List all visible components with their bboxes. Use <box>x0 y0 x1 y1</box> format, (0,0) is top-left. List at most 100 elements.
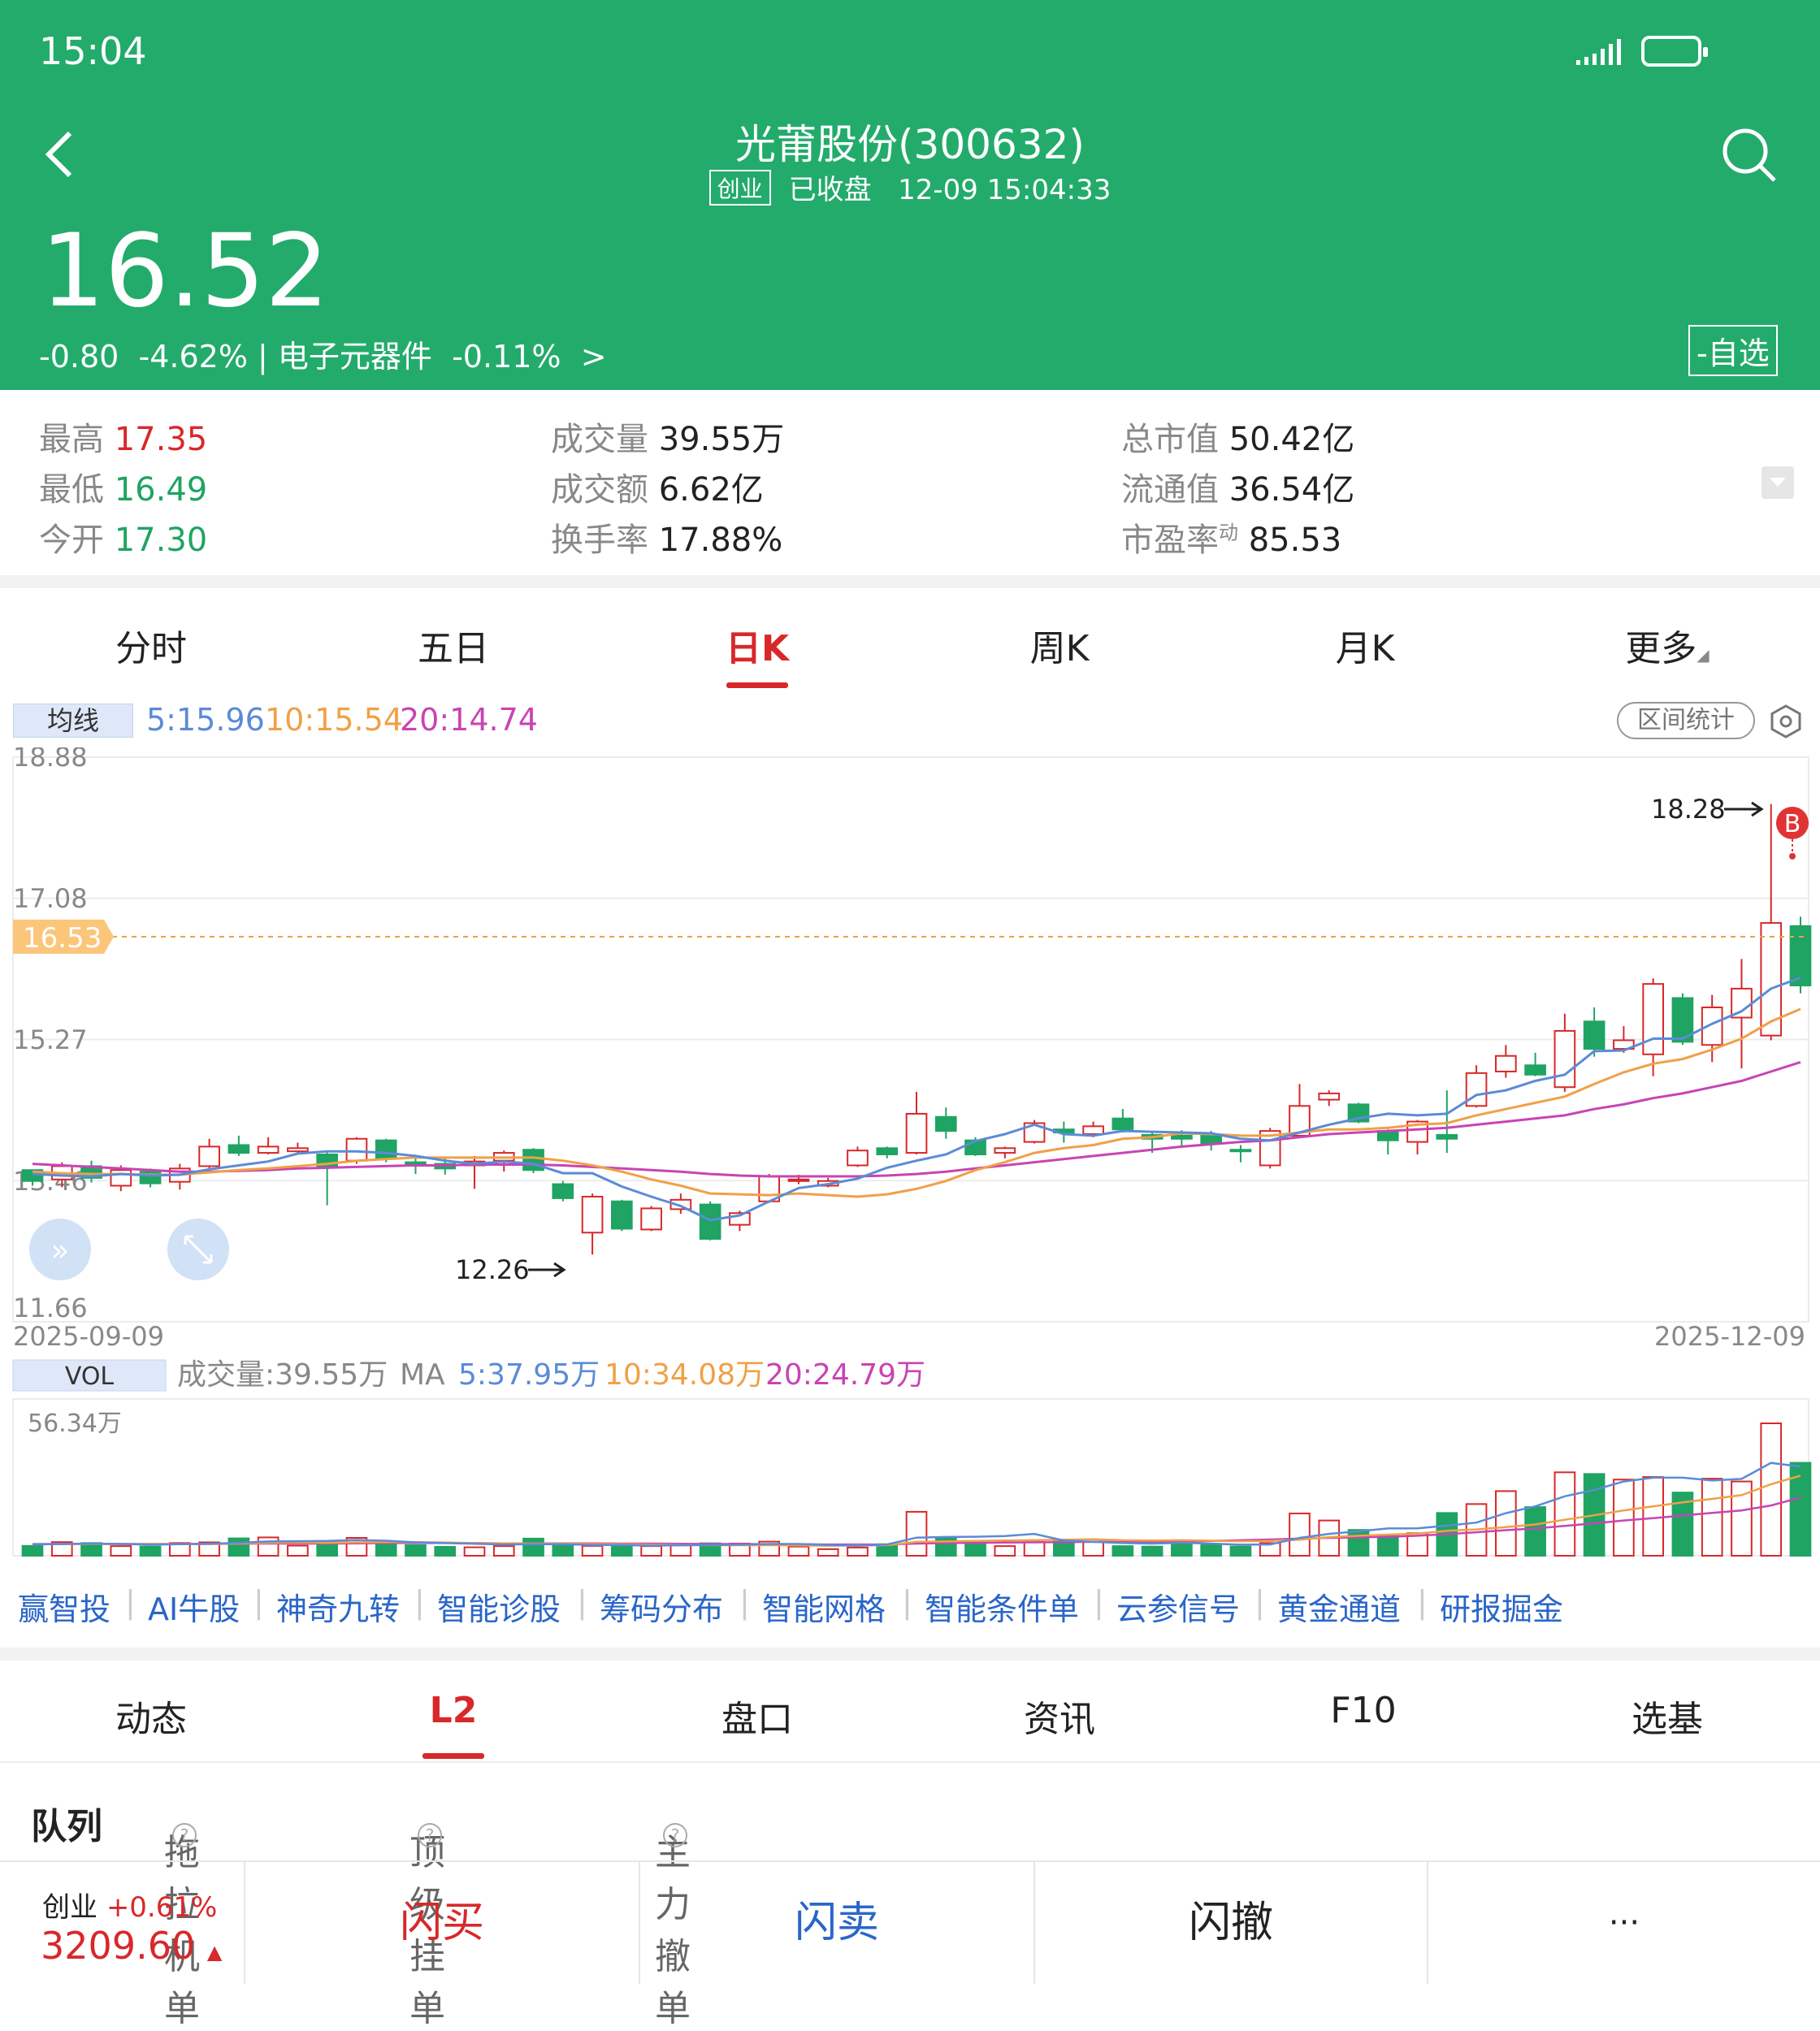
candle-body <box>1495 1054 1517 1072</box>
tool-link[interactable]: 研报掘金 <box>1440 1584 1563 1629</box>
buy-signal-dot <box>1789 853 1796 860</box>
volume-bar <box>1701 1478 1723 1557</box>
vol-ma-label: MA <box>400 1358 445 1392</box>
more-actions-button[interactable]: ··· <box>1427 1862 1820 1984</box>
start-date-label: 2025-09-09 <box>13 1321 164 1352</box>
candle-body <box>1789 925 1812 987</box>
candle-body <box>934 1115 957 1132</box>
y-tick-label: 11.66 <box>13 1293 88 1323</box>
candle-body <box>1200 1133 1222 1145</box>
price-change: -0.80 <box>39 339 119 375</box>
expand-stats-icon[interactable] <box>1762 466 1794 499</box>
candle-body <box>581 1195 604 1234</box>
ma10-value: 10:15.54 <box>265 702 403 738</box>
tool-link[interactable]: 赢智投 <box>18 1584 110 1629</box>
end-date-label: 2025-12-09 <box>1654 1321 1805 1352</box>
volume-bar <box>257 1536 280 1557</box>
signal-icon <box>1576 39 1621 65</box>
fullscreen-button[interactable] <box>167 1219 229 1280</box>
volume-bar <box>1171 1541 1193 1557</box>
candle-body <box>994 1147 1016 1154</box>
range-stats-button[interactable]: 区间统计 <box>1617 702 1755 739</box>
tab-more[interactable]: 更多◢ <box>1625 619 1709 671</box>
volume-bar <box>1554 1471 1576 1557</box>
kline-chart[interactable]: 18.88 17.08 15.27 13.46 11.66 16.53 18.2… <box>0 747 1820 1576</box>
quick-cancel-button[interactable]: 闪撤 <box>1034 1862 1427 1984</box>
volume-bar <box>1023 1541 1046 1557</box>
tool-link[interactable]: 筹码分布 <box>600 1584 723 1629</box>
tab-info[interactable]: 资讯 <box>1024 1690 1095 1742</box>
tool-link[interactable]: AI牛股 <box>148 1584 240 1629</box>
tool-link[interactable]: 智能诊股 <box>437 1584 561 1629</box>
tool-link[interactable]: 神奇九转 <box>276 1584 400 1629</box>
candle-body <box>257 1145 280 1154</box>
volume-bar <box>1524 1506 1546 1557</box>
ma-badge[interactable]: 均线 <box>13 704 133 738</box>
tab-fund-pick[interactable]: 选基 <box>1632 1690 1703 1742</box>
quick-sell-button[interactable]: 闪卖 <box>639 1862 1034 1984</box>
stat-float-cap: 流通值 36.54亿 <box>1121 471 1355 509</box>
ma20-value: 20:14.74 <box>400 702 538 738</box>
candle-body <box>1583 1020 1606 1050</box>
search-icon[interactable] <box>1721 127 1778 184</box>
kline-tabs: 分时 五日 日K 周K 月K 更多◢ <box>0 593 1820 691</box>
tab-daily-k[interactable]: 日K <box>726 619 789 671</box>
index-name: 创业 <box>42 1891 98 1924</box>
volume-bar <box>611 1545 633 1557</box>
candle-body <box>640 1207 662 1231</box>
tab-monthly-k[interactable]: 月K <box>1336 619 1395 671</box>
index-ticker[interactable]: 创业 +0.61% <box>42 1885 217 1925</box>
stat-open: 今开 17.30 <box>39 522 208 559</box>
tool-link[interactable]: 智能网格 <box>762 1584 886 1629</box>
help-icon[interactable]: ? <box>418 1823 442 1847</box>
candle-body <box>1642 983 1664 1055</box>
candle-body <box>110 1169 132 1187</box>
candle-body <box>1524 1064 1546 1076</box>
sector-chevron-icon[interactable]: > <box>581 339 607 375</box>
divider <box>0 1761 1820 1763</box>
volume-bar <box>905 1510 928 1557</box>
stat-turnover: 换手率 17.88% <box>551 522 783 559</box>
volume-bar <box>847 1546 869 1557</box>
candle-body <box>1436 1133 1458 1140</box>
tab-order-book[interactable]: 盘口 <box>722 1690 793 1742</box>
close-state: 已收盘 <box>788 174 872 206</box>
tab-f10[interactable]: F10 <box>1330 1690 1396 1731</box>
tool-link[interactable]: 云参信号 <box>1116 1584 1240 1629</box>
vol-y-max: 56.34万 <box>28 1410 122 1438</box>
divider <box>0 1648 1820 1661</box>
stat-volume: 成交量 39.55万 <box>551 421 785 458</box>
subtab-queue[interactable]: 队列 <box>31 1797 102 1849</box>
quick-buy-button[interactable]: 闪买 <box>244 1862 639 1984</box>
l2-subtabs: 队列 拖拉机单? 顶级挂单? 主力撤单? <box>0 1771 1820 2029</box>
volume-bar <box>463 1546 486 1557</box>
tab-intraday[interactable]: 分时 <box>115 619 187 671</box>
buy-signal[interactable]: B <box>1776 807 1809 860</box>
volume-bar <box>287 1544 309 1557</box>
candle-body <box>1171 1134 1193 1140</box>
volume-bar <box>405 1544 427 1557</box>
vol-total: 成交量:39.55万 <box>177 1358 388 1392</box>
vol-ma20: 20:24.79万 <box>765 1358 925 1392</box>
candle-body <box>847 1150 869 1167</box>
corner-triangle-icon: ◢ <box>1696 645 1710 665</box>
tab-five-day[interactable]: 五日 <box>418 619 489 671</box>
vol-ma10: 10:34.08万 <box>604 1358 765 1392</box>
volume-bar <box>492 1545 515 1557</box>
candle-body <box>228 1144 250 1154</box>
tool-link[interactable]: 黄金通道 <box>1277 1584 1401 1629</box>
scroll-right-button[interactable]: » <box>29 1219 91 1280</box>
help-icon[interactable]: ? <box>172 1823 197 1847</box>
remove-watchlist-button[interactable]: -自选 <box>1688 325 1778 376</box>
tab-l2[interactable]: L2 <box>430 1690 478 1731</box>
stat-low: 最低 16.49 <box>39 471 208 509</box>
volume-bar <box>1642 1476 1664 1557</box>
tab-weekly-k[interactable]: 周K <box>1030 619 1090 671</box>
volume-bar <box>1112 1545 1134 1557</box>
settings-icon[interactable] <box>1768 704 1804 739</box>
sector-name[interactable]: 电子元器件 <box>278 339 432 375</box>
tab-news-feed[interactable]: 动态 <box>115 1690 187 1742</box>
tool-link[interactable]: 智能条件单 <box>925 1584 1079 1629</box>
ma-legend: 均线 5:15.96 10:15.54 20:14.74 <box>13 700 1820 739</box>
help-icon[interactable]: ? <box>663 1823 687 1847</box>
